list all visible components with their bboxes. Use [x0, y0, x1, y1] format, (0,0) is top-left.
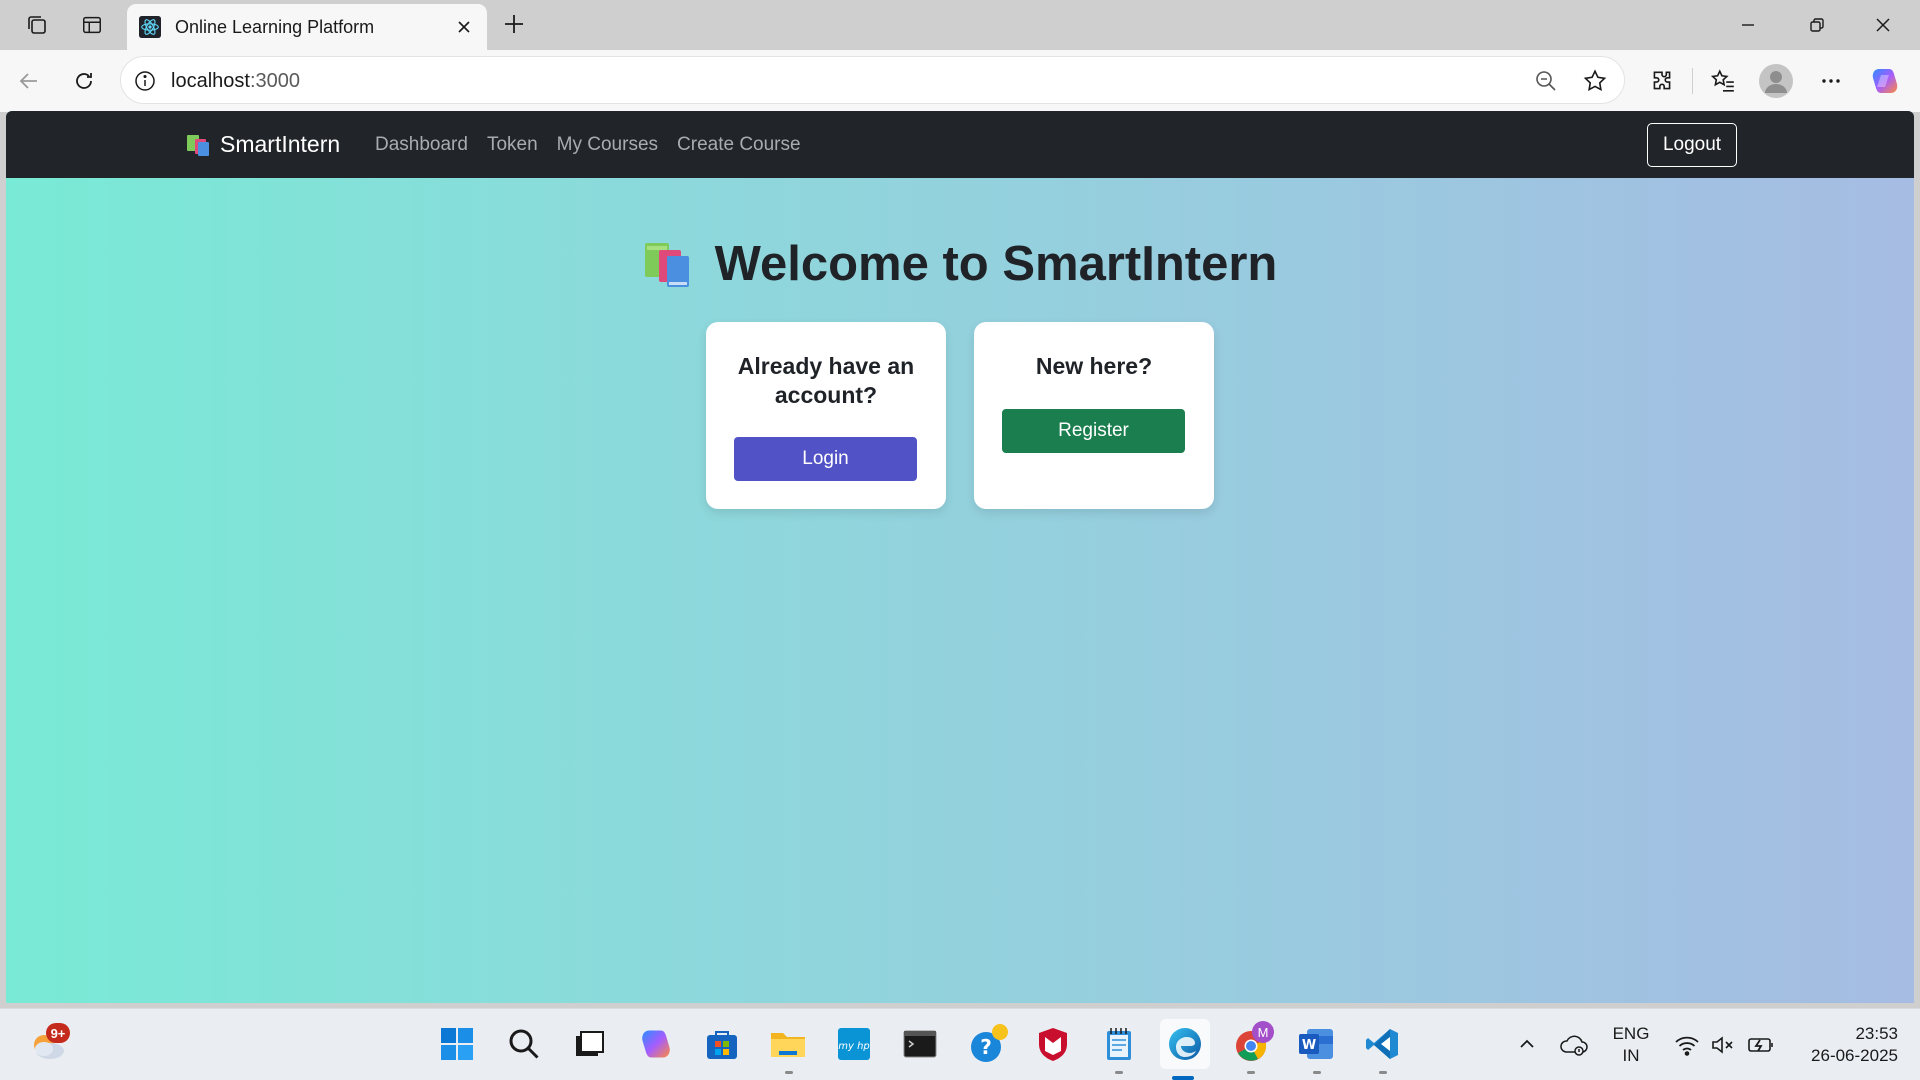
taskbar-running-dot [1247, 1071, 1255, 1074]
chevron-up-icon[interactable] [1514, 1031, 1540, 1057]
toolbar-divider [1692, 68, 1693, 94]
nav-link-token[interactable]: Token [487, 134, 538, 156]
battery-charging-icon[interactable] [1746, 1031, 1776, 1059]
minimize-icon[interactable] [1735, 12, 1761, 38]
navbar: SmartIntern Dashboard Token My Courses C… [6, 111, 1914, 178]
nav-link-create-course[interactable]: Create Course [677, 134, 801, 156]
brand-name: SmartIntern [220, 131, 341, 157]
vscode-icon[interactable] [1361, 1023, 1403, 1065]
favorite-star-icon[interactable] [1582, 68, 1608, 94]
url-host: localhost [171, 70, 250, 92]
taskbar-running-dot [785, 1071, 793, 1074]
browser-tab-active[interactable]: Online Learning Platform [127, 4, 487, 50]
clock-time: 23:53 [1855, 1024, 1898, 1043]
login-card: Already have an account? Login [706, 322, 946, 509]
more-options-icon[interactable] [1816, 66, 1846, 96]
books-icon [644, 243, 689, 287]
weather-widget-icon[interactable]: 9+ [26, 1021, 72, 1067]
page-title: Welcome to SmartIntern [714, 237, 1278, 291]
language-indicator[interactable]: ENG IN [1610, 1023, 1652, 1067]
nav-link-dashboard[interactable]: Dashboard [375, 134, 468, 156]
chrome-browser-icon[interactable]: M [1228, 1021, 1274, 1067]
react-logo-icon [139, 16, 161, 38]
chrome-profile-badge: M [1252, 1021, 1274, 1043]
url-text[interactable]: localhost:3000 [171, 70, 300, 93]
back-arrow-icon[interactable] [14, 66, 44, 96]
microsoft-store-icon[interactable] [701, 1023, 743, 1065]
login-card-heading: Already have an account? [737, 353, 915, 408]
new-tab-icon[interactable] [500, 10, 528, 38]
mcafee-icon[interactable] [1032, 1023, 1074, 1065]
register-card-heading: New here? [1035, 353, 1153, 379]
taskbar-running-dot [1313, 1071, 1321, 1074]
copilot-taskbar-icon[interactable] [635, 1023, 677, 1065]
language-code: ENG [1612, 1024, 1650, 1043]
favorites-list-icon[interactable] [1708, 66, 1738, 96]
logout-button[interactable]: Logout [1647, 123, 1737, 167]
file-explorer-icon[interactable] [767, 1023, 809, 1065]
extensions-icon[interactable] [1647, 66, 1677, 96]
word-icon[interactable]: W [1295, 1023, 1337, 1065]
taskbar-running-dot [1379, 1071, 1387, 1074]
search-icon[interactable] [503, 1023, 545, 1065]
get-help-icon[interactable]: ? [966, 1021, 1012, 1067]
start-windows-icon[interactable] [436, 1023, 478, 1065]
task-view-icon[interactable] [568, 1023, 610, 1065]
page-viewport: SmartIntern Dashboard Token My Courses C… [6, 111, 1914, 1003]
notepad-icon[interactable] [1098, 1023, 1140, 1065]
hero: Welcome to SmartIntern [6, 236, 1914, 292]
site-info-icon[interactable] [133, 69, 157, 93]
restore-icon[interactable] [1804, 12, 1830, 38]
vertical-tabs-icon[interactable] [77, 10, 107, 40]
taskbar-running-dot [1115, 1071, 1123, 1074]
register-card: New here? Register [974, 322, 1214, 509]
taskbar: 9+ my hp ? M W ENG IN 23:53 26-06-2025 [0, 1008, 1920, 1080]
edge-browser-icon[interactable] [1160, 1019, 1210, 1069]
url-port: :3000 [249, 70, 300, 92]
svg-text:W: W [1302, 1038, 1316, 1053]
clock[interactable]: 23:53 26-06-2025 [1792, 1023, 1898, 1067]
profile-avatar-icon[interactable] [1758, 63, 1794, 99]
close-tab-icon[interactable] [452, 15, 476, 39]
reload-icon[interactable] [69, 66, 99, 96]
nav-links: Dashboard Token My Courses Create Course [375, 134, 801, 156]
onedrive-icon[interactable] [1558, 1029, 1590, 1061]
register-button[interactable]: Register [1002, 409, 1185, 453]
language-region: IN [1622, 1046, 1640, 1065]
wifi-icon[interactable] [1673, 1031, 1701, 1059]
zoom-out-icon[interactable] [1534, 69, 1558, 93]
navbar-brand[interactable]: SmartIntern [186, 131, 340, 158]
volume-muted-icon[interactable] [1709, 1031, 1737, 1059]
close-window-icon[interactable] [1870, 12, 1896, 38]
login-button[interactable]: Login [734, 437, 917, 481]
nav-link-my-courses[interactable]: My Courses [557, 134, 658, 156]
myhp-icon[interactable]: my hp [833, 1023, 875, 1065]
tab-title: Online Learning Platform [175, 17, 375, 37]
workspaces-icon[interactable] [22, 10, 52, 40]
taskbar-active-indicator [1172, 1076, 1194, 1080]
address-bar[interactable]: localhost:3000 [120, 56, 1625, 104]
books-icon [187, 134, 209, 156]
svg-text:my hp: my hp [838, 1041, 870, 1052]
terminal-icon[interactable] [899, 1023, 941, 1065]
clock-date: 26-06-2025 [1811, 1046, 1898, 1065]
svg-text:?: ? [980, 1035, 992, 1059]
copilot-icon[interactable] [1868, 64, 1902, 98]
weather-badge: 9+ [46, 1023, 70, 1043]
